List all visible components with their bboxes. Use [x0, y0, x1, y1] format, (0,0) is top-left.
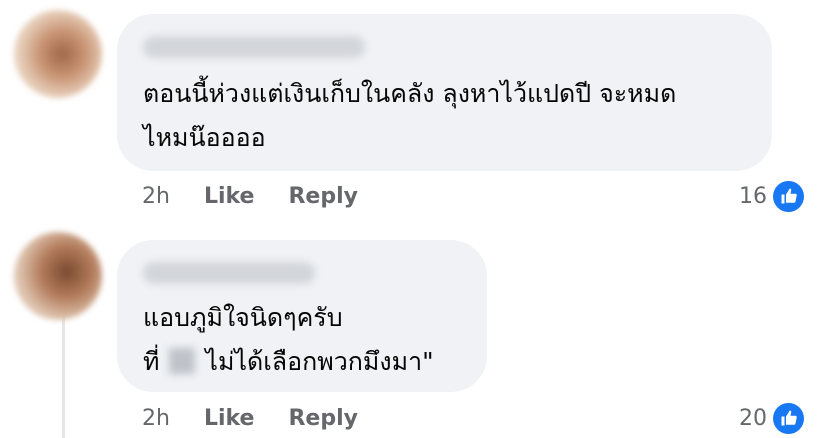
comment-text-line: แอบภูมิใจนิดๆครับ — [143, 303, 343, 332]
reaction-summary[interactable]: 16 — [739, 180, 804, 212]
like-button[interactable]: Like — [204, 184, 255, 209]
comment-actions: 2h Like Reply — [142, 181, 392, 211]
like-thumb-icon — [773, 180, 804, 212]
comment-text: แอบภูมิใจนิดๆครับ ที่ ไม่ได้เลือกพวกมึงม… — [143, 296, 461, 384]
comment-text-line: ไหมน๊ออออ — [143, 123, 266, 152]
comment-text-line: ที่ ไม่ได้เลือกพวกมึงมา" — [143, 340, 461, 384]
reply-button[interactable]: Reply — [288, 406, 358, 431]
timestamp[interactable]: 2h — [142, 184, 170, 209]
commenter-name[interactable] — [143, 36, 365, 58]
like-button[interactable]: Like — [204, 406, 255, 431]
comment-actions: 2h Like Reply — [142, 403, 392, 433]
commenter-name[interactable] — [143, 262, 315, 284]
avatar[interactable] — [14, 10, 102, 98]
comment-bubble: ตอนนี้ห่วงแต่เงินเก็บในคลัง ลุงหาไว้แปดป… — [117, 14, 772, 171]
comment-bubble: แอบภูมิใจนิดๆครับ ที่ ไม่ได้เลือกพวกมึงม… — [117, 240, 487, 392]
thread-line — [62, 300, 65, 438]
comment-text: ตอนนี้ห่วงแต่เงินเก็บในคลัง ลุงหาไว้แปดป… — [143, 72, 746, 160]
reaction-summary[interactable]: 20 — [739, 402, 804, 434]
comment-text-line: ตอนนี้ห่วงแต่เงินเก็บในคลัง ลุงหาไว้แปดป… — [143, 79, 677, 108]
like-thumb-icon — [773, 402, 804, 434]
reply-button[interactable]: Reply — [288, 184, 358, 209]
avatar[interactable] — [14, 232, 102, 320]
reaction-count: 16 — [739, 183, 767, 209]
comment-text-fragment: ที่ — [143, 347, 160, 376]
timestamp[interactable]: 2h — [142, 406, 170, 431]
redacted-name — [169, 348, 196, 374]
comment-text-fragment: ไม่ได้เลือกพวกมึงมา" — [205, 347, 434, 376]
reaction-count: 20 — [739, 405, 767, 431]
